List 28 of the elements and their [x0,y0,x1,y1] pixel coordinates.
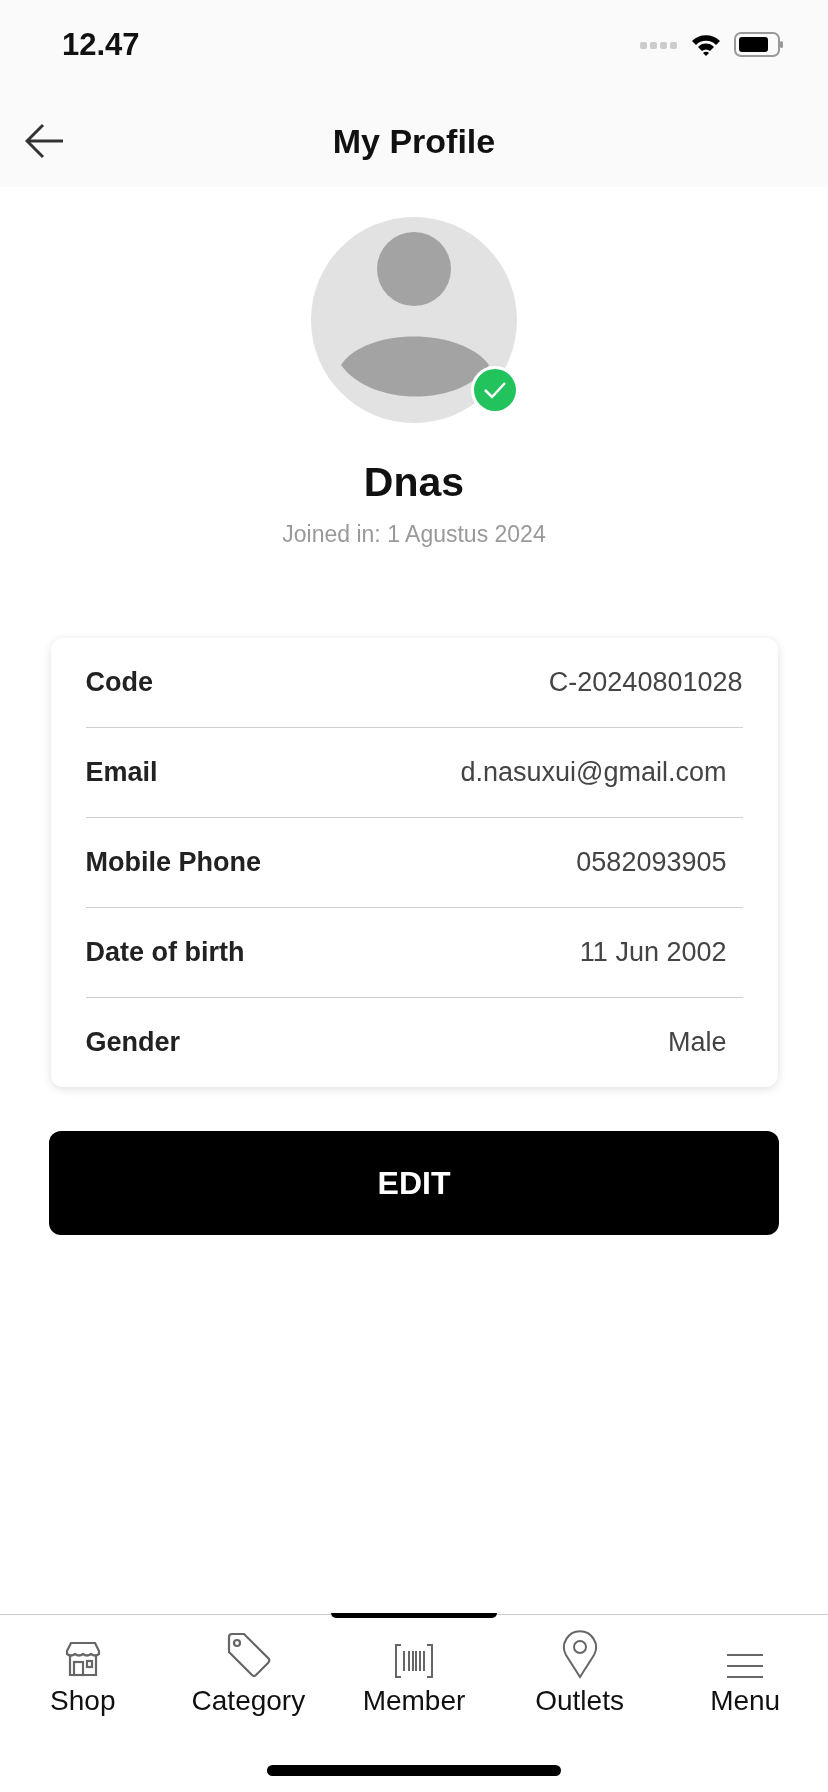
menu-icon [726,1653,765,1679]
detail-label: Mobile Phone [85,847,261,878]
detail-value: 11 Jun 2002 [579,937,728,968]
detail-value: 0582093905 [576,847,728,878]
detail-label: Code [85,667,153,698]
signal-icon [640,40,678,50]
status-time: 12.47 [62,27,140,63]
detail-label: Email [85,757,158,788]
detail-label: Date of birth [85,937,245,968]
edit-button[interactable]: EDIT [49,1131,779,1235]
detail-value: C-20240801028 [548,667,743,698]
detail-label: Gender [85,1027,181,1058]
page-title: My Profile [332,121,496,161]
back-arrow-icon[interactable] [25,123,65,159]
barcode-icon [393,1643,435,1679]
detail-value: d.nasuxui@gmail.com [460,757,728,788]
tab-item[interactable]: Member [331,1615,497,1725]
joined-date: Joined in: 1 Agustus 2024 [282,521,546,548]
tab-item[interactable]: Menu [662,1615,828,1725]
avatar-icon [311,217,517,423]
tab-item[interactable]: Shop [0,1615,166,1725]
profile-name: Dnas [363,459,465,506]
battery-icon [734,32,784,58]
wifi-icon [690,33,722,57]
location-pin-icon [560,1629,599,1679]
detail-value: Male [667,1027,728,1058]
tab-item[interactable]: Category [165,1615,332,1725]
tab-item[interactable]: Outlets [496,1615,663,1725]
